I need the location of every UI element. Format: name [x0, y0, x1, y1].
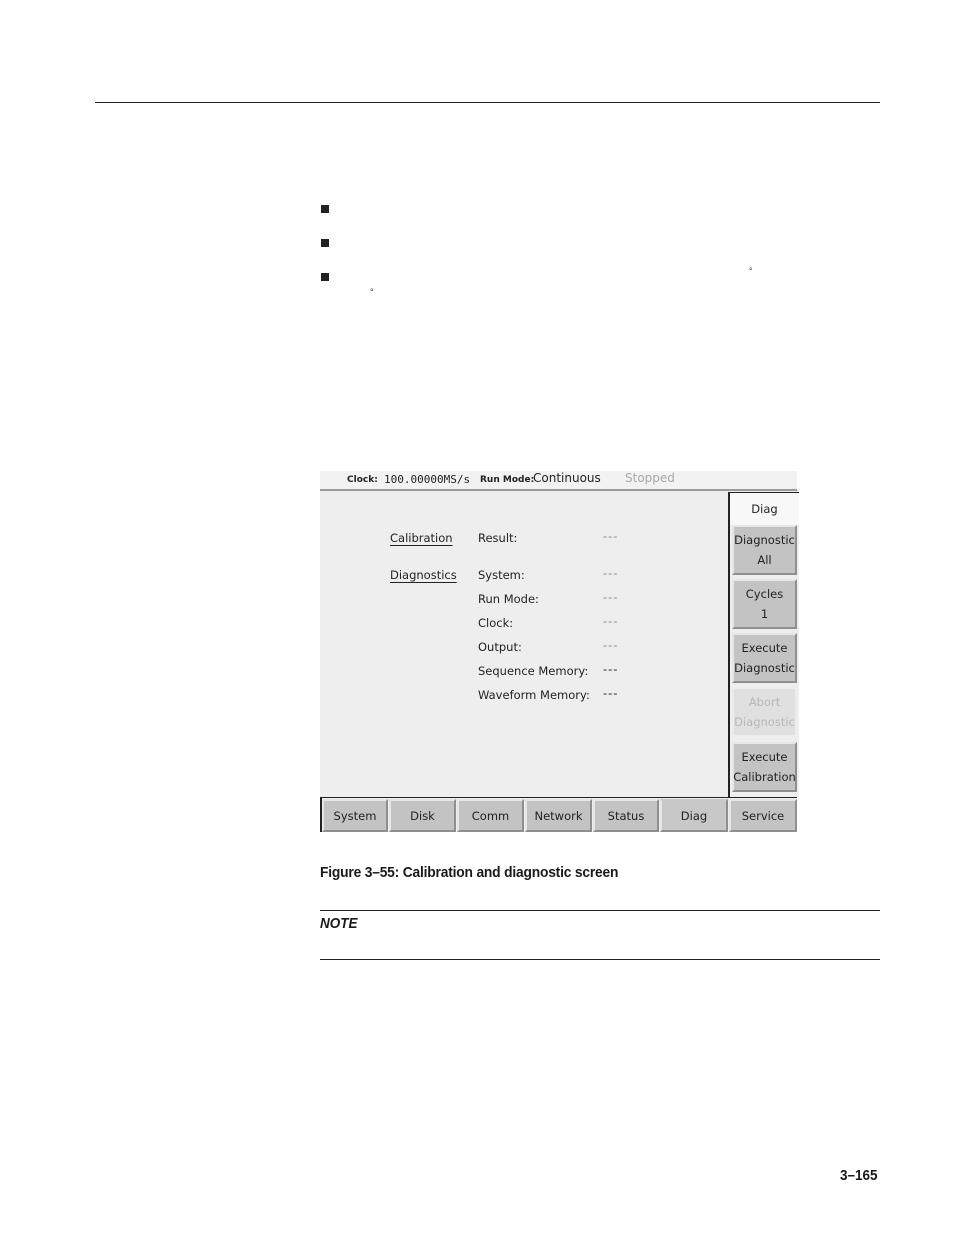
tab-network[interactable]: Network [525, 799, 592, 832]
button-line: Execute [741, 641, 788, 655]
result-value: --- [603, 529, 619, 543]
note-top-rule [320, 910, 880, 911]
note-title: NOTE [320, 915, 358, 932]
side-menu-title: Diag [730, 492, 799, 525]
tab-status[interactable]: Status [593, 799, 659, 832]
diag-row-label: System: [478, 568, 525, 582]
cycles-button[interactable]: Cycles 1 [732, 579, 797, 629]
diag-row-value: --- [603, 638, 619, 652]
abort-diagnostic-button[interactable]: Abort Diagnostic [732, 687, 797, 737]
run-mode-label: Run Mode: [480, 475, 535, 485]
header-rule [95, 102, 880, 103]
execute-calibration-button[interactable]: Execute Calibration [732, 742, 797, 792]
tab-comm[interactable]: Comm [457, 799, 524, 832]
diag-row-label: Output: [478, 640, 522, 654]
button-line: Execute [741, 750, 788, 764]
status-bar: Clock: 100.00000MS/s Run Mode: Continuou… [320, 471, 797, 491]
results-area: Calibration Result: --- Diagnostics Syst… [320, 491, 728, 796]
diagnostic-all-button[interactable]: Diagnostic All [732, 525, 797, 575]
diagnostics-section-heading: Diagnostics [390, 568, 457, 582]
diag-row-value: --- [603, 662, 619, 676]
result-label: Result: [478, 531, 518, 545]
button-line: 1 [760, 607, 769, 621]
page-number: 3–165 [840, 1167, 878, 1184]
button-line: Cycles [745, 587, 784, 601]
run-state: Stopped [625, 471, 675, 485]
tab-service[interactable]: Service [729, 799, 797, 832]
button-line: Diagnostic [734, 715, 795, 729]
diag-row-value: --- [603, 590, 619, 604]
bullet-marker [321, 239, 329, 247]
tab-system[interactable]: System [322, 799, 388, 832]
run-mode-value: Continuous [533, 471, 601, 485]
note-bottom-rule [320, 959, 880, 960]
button-line: Calibration [733, 770, 796, 784]
tab-disk[interactable]: Disk [389, 799, 456, 832]
execute-diagnostic-button[interactable]: Execute Diagnostic [732, 633, 797, 683]
bullet-marker [321, 205, 329, 213]
diag-row-value: --- [603, 566, 619, 580]
calibration-diagnostic-screen: Clock: 100.00000MS/s Run Mode: Continuou… [320, 471, 799, 832]
button-line: All [757, 553, 772, 567]
diag-row-value: --- [603, 686, 619, 700]
degree-mark: ° [370, 287, 374, 297]
side-menu: Diag Diagnostic All Cycles 1 Execute Dia… [728, 492, 799, 797]
diag-row-label: Run Mode: [478, 592, 539, 606]
tab-diag[interactable]: Diag [660, 799, 728, 832]
button-line: Abort [748, 695, 781, 709]
diag-row-value: --- [603, 614, 619, 628]
degree-mark: ° [749, 266, 753, 276]
calibration-section-heading: Calibration [390, 531, 453, 545]
clock-value: 100.00000MS/s [384, 473, 471, 486]
clock-label: Clock: [347, 475, 378, 485]
diag-row-label: Sequence Memory: [478, 664, 589, 678]
bullet-marker [321, 273, 329, 281]
button-line: Diagnostic [734, 533, 795, 547]
diag-row-label: Waveform Memory: [478, 688, 590, 702]
bottom-tab-bar: System Disk Comm Network Status Diag Ser… [320, 797, 797, 832]
figure-caption: Figure 3–55: Calibration and diagnostic … [320, 864, 619, 881]
button-line: Diagnostic [734, 661, 795, 675]
diag-row-label: Clock: [478, 616, 514, 630]
